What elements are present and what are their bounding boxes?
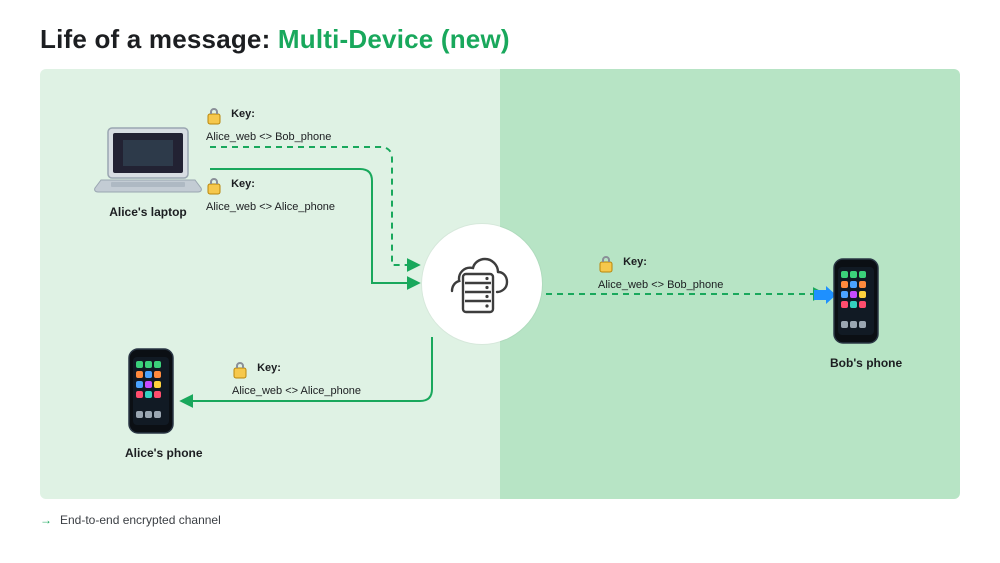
key-label-3: Key: Alice_web <> Alice_phone: [232, 361, 361, 399]
key-pair: Alice_web <> Alice_phone: [206, 201, 335, 213]
legend-text: End-to-end encrypted channel: [60, 513, 221, 527]
alice-phone-label: Alice's phone: [125, 446, 177, 460]
bob-phone-label: Bob's phone: [830, 356, 882, 370]
phone-icon: [127, 347, 175, 435]
key-pair: Alice_web <> Bob_phone: [206, 131, 331, 143]
padlock-icon: [232, 361, 248, 384]
page-title: Life of a message: Multi-Device (new): [40, 24, 960, 55]
key-label-2: Key: Alice_web <> Alice_phone: [206, 177, 335, 215]
title-prefix: Life of a message:: [40, 24, 278, 54]
padlock-icon: [598, 255, 614, 278]
laptop-icon: [93, 124, 203, 194]
key-title: Key:: [257, 362, 281, 374]
key-pair: Alice_web <> Bob_phone: [598, 279, 723, 291]
padlock-icon: [206, 107, 222, 130]
padlock-icon: [206, 177, 222, 200]
server-node: [422, 224, 542, 344]
alice-laptop-label: Alice's laptop: [88, 205, 208, 219]
server-cloud-icon: [443, 252, 521, 316]
key-label-4: Key: Alice_web <> Bob_phone: [598, 255, 723, 293]
key-title: Key:: [231, 178, 255, 190]
legend-arrow-icon: →: [40, 513, 52, 527]
diagram-canvas: Alice's laptop Alice's phone: [40, 69, 960, 499]
alice-laptop-node: Alice's laptop: [88, 124, 208, 219]
legend: → End-to-end encrypted channel: [40, 513, 960, 527]
bob-phone-node: Bob's phone: [830, 257, 882, 370]
key-title: Key:: [623, 256, 647, 268]
title-accent: Multi-Device (new): [278, 24, 510, 54]
alice-phone-node: Alice's phone: [125, 347, 177, 460]
key-title: Key:: [231, 108, 255, 120]
key-label-1: Key: Alice_web <> Bob_phone: [206, 107, 331, 145]
phone-icon: [832, 257, 880, 345]
key-pair: Alice_web <> Alice_phone: [232, 385, 361, 397]
